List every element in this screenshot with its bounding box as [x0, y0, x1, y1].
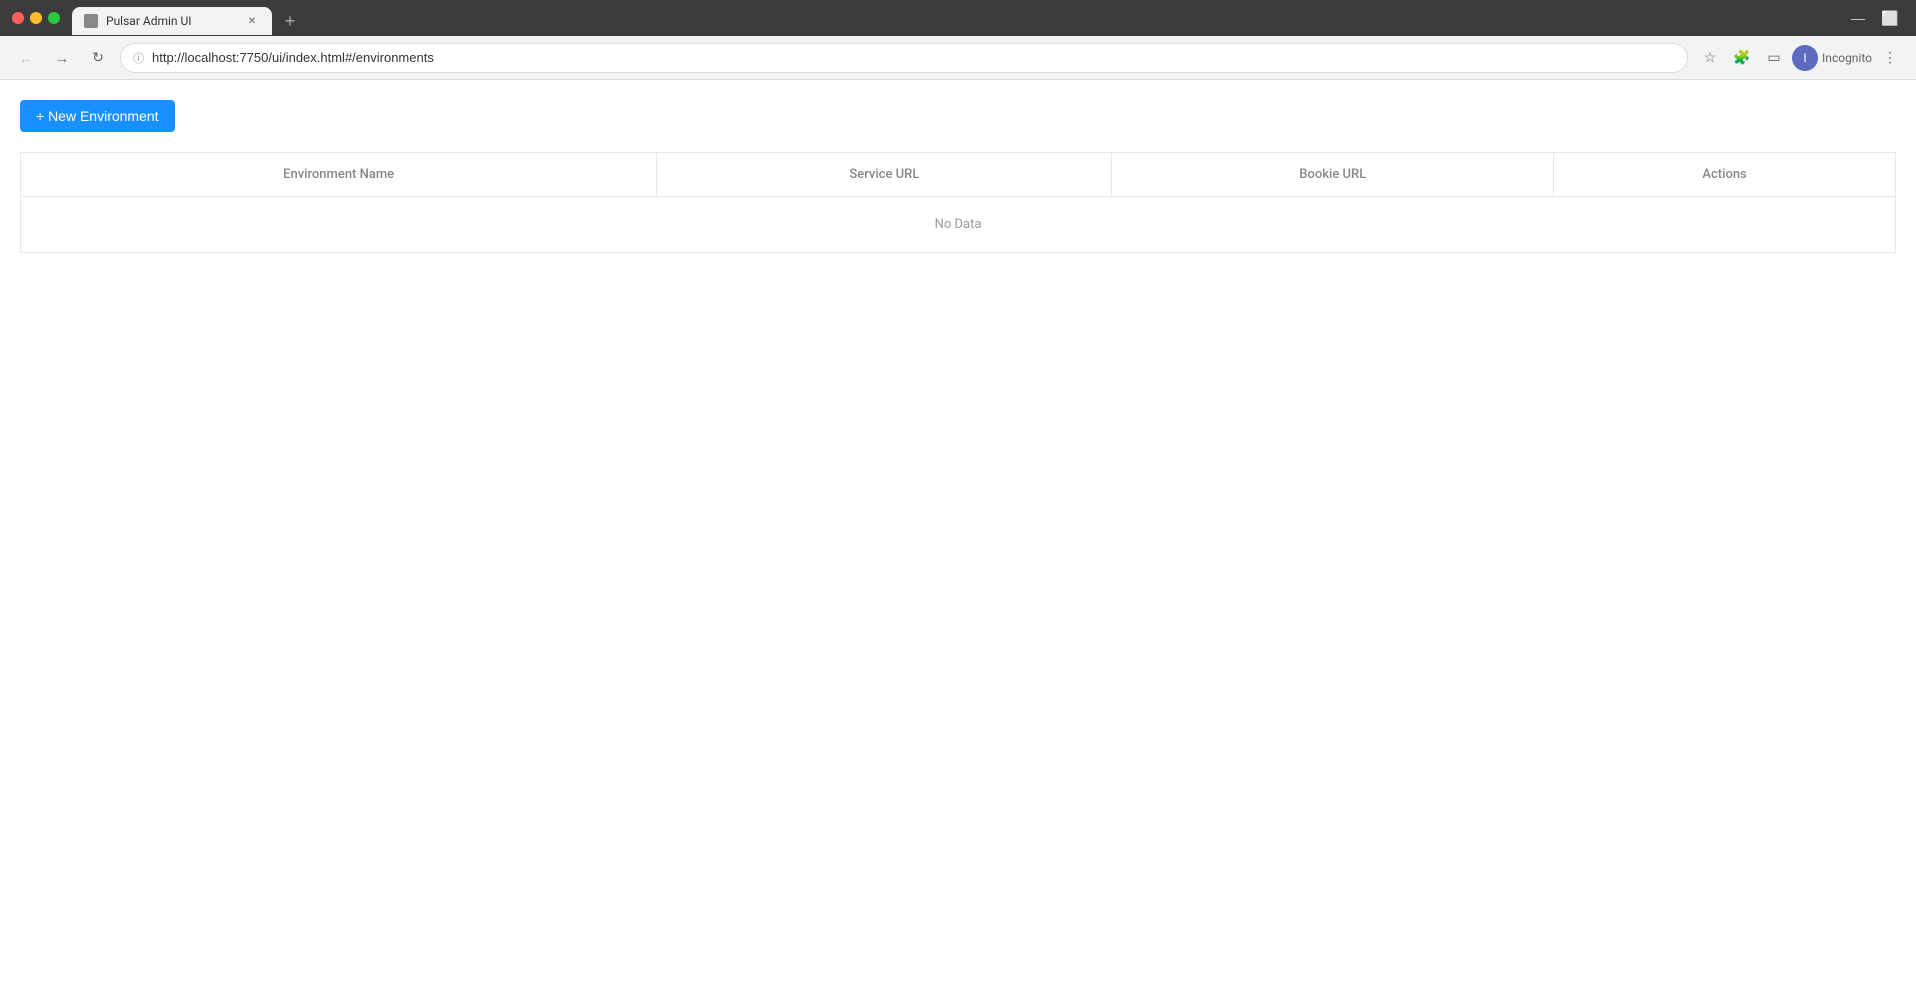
- new-environment-button[interactable]: + New Environment: [20, 100, 175, 132]
- browser-chrome: Pulsar Admin UI ✕ + — ⬜ ← → ↻ ⓘ ☆ 🧩 ▭ I …: [0, 0, 1916, 80]
- col-header-service-url: Service URL: [657, 153, 1112, 197]
- col-header-actions: Actions: [1554, 153, 1896, 197]
- title-bar-right: — ⬜: [1844, 4, 1904, 32]
- col-header-env-name: Environment Name: [21, 153, 657, 197]
- sidebar-button[interactable]: ▭: [1760, 44, 1788, 72]
- minimize-window-button[interactable]: [30, 12, 42, 24]
- url-input[interactable]: [152, 50, 1675, 65]
- menu-button[interactable]: ⋮: [1876, 44, 1904, 72]
- empty-state-row: No Data: [21, 197, 1896, 253]
- forward-button[interactable]: →: [48, 44, 76, 72]
- reload-button[interactable]: ↻: [84, 44, 112, 72]
- restore-btn[interactable]: ⬜: [1876, 4, 1904, 32]
- new-tab-button[interactable]: +: [276, 7, 304, 35]
- browser-toolbar: ← → ↻ ⓘ ☆ 🧩 ▭ I Incognito ⋮: [0, 36, 1916, 80]
- window-controls: [12, 12, 60, 24]
- address-bar[interactable]: ⓘ: [120, 43, 1688, 73]
- page-content: + New Environment Environment Name Servi…: [0, 80, 1916, 960]
- environments-table: Environment Name Service URL Bookie URL …: [20, 152, 1896, 253]
- profile-avatar[interactable]: I: [1792, 45, 1818, 71]
- empty-state-text: No Data: [21, 197, 1896, 253]
- col-header-bookie-url: Bookie URL: [1112, 153, 1554, 197]
- bookmark-button[interactable]: ☆: [1696, 44, 1724, 72]
- title-bar: Pulsar Admin UI ✕ + — ⬜: [0, 0, 1916, 36]
- tab-favicon: [84, 14, 98, 28]
- back-button[interactable]: ←: [12, 44, 40, 72]
- active-tab[interactable]: Pulsar Admin UI ✕: [72, 7, 272, 35]
- close-window-button[interactable]: [12, 12, 24, 24]
- minimize-btn[interactable]: —: [1844, 4, 1872, 32]
- incognito-label: Incognito: [1822, 51, 1872, 65]
- maximize-window-button[interactable]: [48, 12, 60, 24]
- close-tab-button[interactable]: ✕: [244, 13, 260, 29]
- tab-bar: Pulsar Admin UI ✕ +: [72, 1, 1844, 35]
- table-header-row: Environment Name Service URL Bookie URL …: [21, 153, 1896, 197]
- tab-title-label: Pulsar Admin UI: [106, 14, 236, 28]
- extensions-button[interactable]: 🧩: [1728, 44, 1756, 72]
- security-icon: ⓘ: [133, 50, 144, 66]
- toolbar-right-buttons: ☆ 🧩 ▭ I Incognito ⋮: [1696, 44, 1904, 72]
